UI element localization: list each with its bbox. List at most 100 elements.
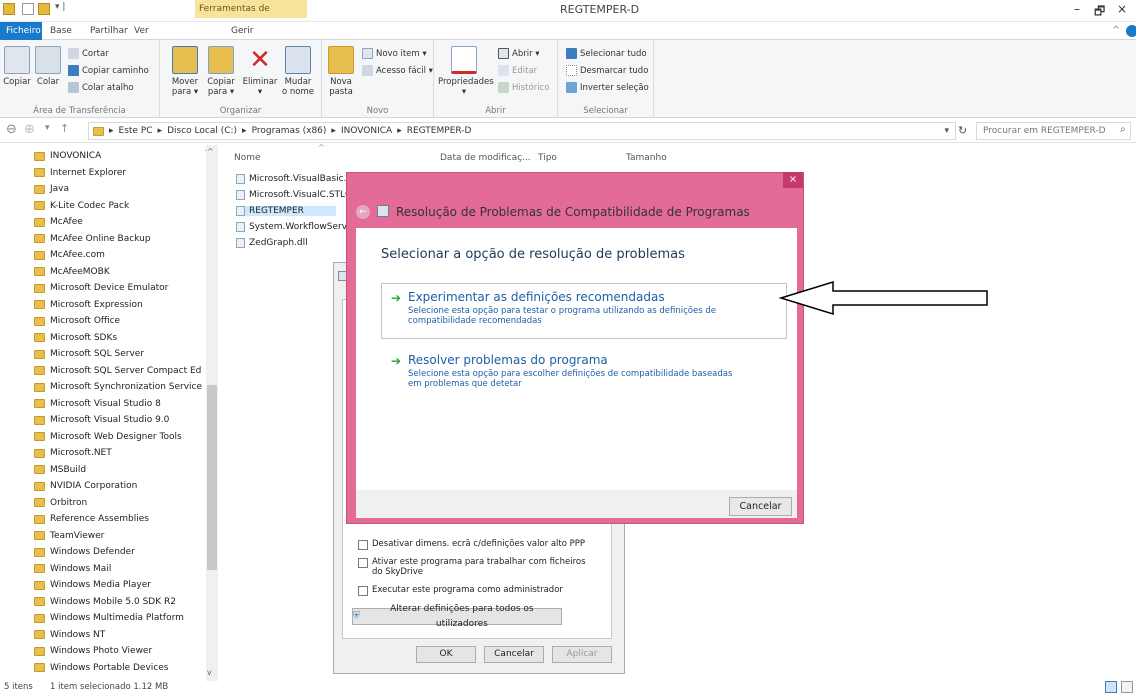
tab-view[interactable]: Ver [128,22,155,40]
file-row[interactable]: Microsoft.VisualC.STLC [236,190,351,200]
copy-button[interactable]: Copiar [2,46,32,87]
ok-button[interactable]: OK [416,646,476,663]
cut-button[interactable]: Cortar [68,48,109,59]
close-icon[interactable]: × [1117,2,1127,16]
quick-access-dropdown-icon[interactable]: ▾ | [55,2,65,12]
open-button[interactable]: Abrir ▾ [498,48,540,59]
nav-item[interactable]: K-Lite Codec Pack [34,198,129,214]
cancel-button[interactable]: Cancelar [729,497,792,516]
nav-item[interactable]: Java [34,181,69,197]
nav-item[interactable]: Windows Defender [34,544,135,560]
nav-item[interactable]: McAfee [34,214,83,230]
troubleshoot-program-option[interactable]: ➔ Resolver problemas do programa Selecio… [381,346,787,402]
nav-item[interactable]: McAfee Online Backup [34,231,151,247]
breadcrumb-item[interactable]: Este PC [119,123,153,139]
recommended-settings-option[interactable]: ➔ Experimentar as definições recomendada… [381,283,787,339]
nav-item[interactable]: Microsoft SDKs [34,330,117,346]
nav-scrollbar-thumb[interactable] [207,385,217,570]
column-header-name[interactable]: Nome [234,153,261,163]
recent-dropdown-icon[interactable]: ▾ [45,123,50,133]
file-row[interactable]: REGTEMPER [236,206,336,216]
scroll-up-icon[interactable]: ^ [207,147,214,156]
nav-item[interactable]: INOVONICA [34,148,101,164]
easy-access-button[interactable]: Acesso fácil ▾ [362,65,433,76]
copy-to-button[interactable]: Copiar para ▾ [204,46,238,97]
nav-item[interactable]: Reference Assemblies [34,511,149,527]
back-icon[interactable]: ⊖ [6,122,17,137]
apply-button[interactable]: Aplicar [552,646,612,663]
copy-path-button[interactable]: Copiar caminho [68,65,149,76]
new-folder-button[interactable]: Nova pasta [326,46,356,97]
nav-item[interactable]: Windows Multimedia Platform [34,610,184,626]
skydrive-checkbox[interactable]: Ativar este programa para trabalhar com … [358,557,588,577]
nav-item[interactable]: MSBuild [34,462,86,478]
change-all-users-button[interactable]: ⛨ Alterar definições para todos os utiliz… [352,604,562,629]
paste-shortcut-button[interactable]: Colar atalho [68,82,134,93]
tab-share[interactable]: Partilhar [84,22,134,40]
dpi-checkbox[interactable]: Desativar dimens. ecrã c/definições valo… [358,539,585,550]
nav-item[interactable]: McAfeeMOBK [34,264,110,280]
nav-item[interactable]: Windows NT [34,627,105,643]
tab-file[interactable]: Ficheiro [0,22,42,40]
edit-button[interactable]: Editar [498,65,537,76]
properties-cancel-button[interactable]: Cancelar [484,646,544,663]
address-dropdown-icon[interactable]: ▾ [944,123,949,139]
nav-item[interactable]: Microsoft Office [34,313,120,329]
nav-item[interactable]: Microsoft Visual Studio 9.0 [34,412,169,428]
nav-item[interactable]: Windows Photo Viewer [34,643,152,659]
select-all-button[interactable]: Selecionar tudo [566,48,647,59]
column-header-size[interactable]: Tamanho [626,153,667,163]
rename-button[interactable]: Mudar o nome [280,46,316,97]
new-folder-quick-icon[interactable] [38,3,50,15]
minimize-icon[interactable]: – [1074,2,1080,16]
navigation-pane[interactable]: INOVONICA Internet Explorer Java K-Lite Cod… [0,145,218,681]
delete-button[interactable]: ✕ Eliminar ▾ [242,46,278,97]
breadcrumb-item[interactable]: Programas (x86) [252,123,327,139]
nav-item[interactable]: TeamViewer [34,528,104,544]
up-icon[interactable]: ↑ [60,122,69,135]
column-header-type[interactable]: Tipo [538,153,557,163]
breadcrumb-item[interactable]: Disco Local (C:) [167,123,237,139]
scroll-down-icon[interactable]: v [207,668,212,677]
details-view-icon[interactable] [1105,681,1117,693]
nav-item[interactable]: Microsoft Synchronization Service [34,379,202,395]
nav-item[interactable]: Microsoft SQL Server Compact Ed [34,363,201,379]
run-as-admin-checkbox[interactable]: Executar este programa como administrado… [358,585,563,596]
breadcrumb-item[interactable]: INOVONICA [341,123,392,139]
breadcrumb-item[interactable]: REGTEMPER-D [407,123,472,139]
collapse-ribbon-icon[interactable]: ^ [1112,25,1120,36]
dialog-back-icon[interactable]: ← [356,205,370,219]
nav-item[interactable]: Microsoft Web Designer Tools [34,429,182,445]
search-icon[interactable]: ⌕ [1120,124,1126,135]
properties-button[interactable]: Propriedades ▾ [438,46,494,97]
forward-icon[interactable]: ⊕ [24,122,35,137]
nav-item[interactable]: Windows Portable Devices [34,660,168,676]
file-row[interactable]: System.WorkflowServic [236,222,354,232]
refresh-icon[interactable]: ↻ [958,124,967,137]
nav-item[interactable]: Microsoft.NET [34,445,112,461]
invert-selection-button[interactable]: Inverter seleção [566,82,649,93]
file-row[interactable]: ZedGraph.dll [236,238,308,248]
search-input[interactable]: Procurar em REGTEMPER-D [976,122,1131,140]
dialog-close-button[interactable]: × [783,172,803,188]
nav-item[interactable]: Windows Mobile 5.0 SDK R2 [34,594,176,610]
nav-item[interactable]: Microsoft Device Emulator [34,280,168,296]
history-button[interactable]: Histórico [498,82,549,93]
address-bar[interactable]: ▸ Este PC ▸ Disco Local (C:) ▸ Programas (… [88,122,956,140]
move-to-button[interactable]: Mover para ▾ [168,46,202,97]
maximize-icon[interactable]: 🗗 [1094,2,1105,23]
nav-item[interactable]: Orbitron [34,495,87,511]
column-header-date[interactable]: Data de modificaç... [440,153,531,163]
paste-button[interactable]: Colar [34,46,62,87]
tab-manage[interactable]: Gerir [225,22,259,40]
large-icons-view-icon[interactable] [1121,681,1133,693]
nav-item[interactable]: Microsoft SQL Server [34,346,144,362]
nav-item[interactable]: Microsoft Expression [34,297,143,313]
nav-item[interactable]: Windows Mail [34,561,111,577]
file-row[interactable]: Microsoft.VisualBasic.P [236,174,352,184]
nav-item[interactable]: NVIDIA Corporation [34,478,137,494]
select-none-button[interactable]: Desmarcar tudo [566,65,648,76]
nav-item[interactable]: McAfee.com [34,247,105,263]
tab-home[interactable]: Base [44,22,78,40]
nav-item[interactable]: Internet Explorer [34,165,126,181]
